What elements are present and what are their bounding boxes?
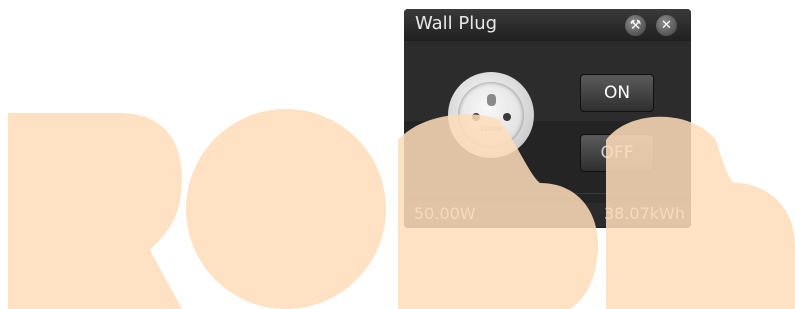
plug-rating: 2500W [480, 126, 502, 133]
wrench-icon[interactable]: ⚒ [625, 15, 646, 36]
plug-earth-pin [487, 94, 496, 106]
widget-divider [404, 193, 691, 194]
widget-titlebar: Wall Plug ⚒ ✕ [404, 9, 691, 41]
logo-letter-r [8, 113, 182, 309]
plug-right-hole [503, 113, 511, 121]
wall-plug-icon: 2500W [448, 72, 534, 158]
plug-left-hole [472, 113, 480, 121]
wall-plug-widget: Wall Plug ⚒ ✕ 2500W ON OFF 50.00W 38.07k… [404, 9, 691, 228]
plug-socket: 2500W [458, 82, 524, 148]
on-button[interactable]: ON [580, 74, 654, 112]
close-icon[interactable]: ✕ [656, 15, 677, 36]
widget-title: Wall Plug [415, 13, 498, 34]
energy-reading: 38.07kWh [603, 204, 685, 223]
power-reading: 50.00W [414, 204, 476, 223]
logo-letter-o [186, 109, 386, 309]
off-button[interactable]: OFF [580, 134, 654, 172]
